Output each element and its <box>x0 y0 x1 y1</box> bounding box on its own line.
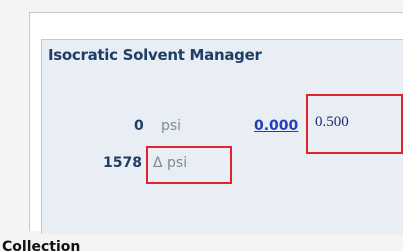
flow-setpoint-value: 0.500 <box>315 114 349 130</box>
section-title: Isocratic Solvent Manager <box>48 46 262 64</box>
flow-setpoint-field[interactable]: 0.500 <box>306 94 403 154</box>
pressure-unit: psi <box>161 118 182 134</box>
flow-rate-link[interactable]: 0.000 <box>254 118 298 134</box>
footer-partial-text: Collection <box>2 239 81 251</box>
delta-pressure-value: 1578 <box>103 155 142 171</box>
pressure-value: 0 <box>134 118 144 134</box>
delta-pressure-unit: Δ psi <box>153 155 188 171</box>
stage: Isocratic Solvent Manager 0 psi 0.000 0.… <box>0 0 403 251</box>
